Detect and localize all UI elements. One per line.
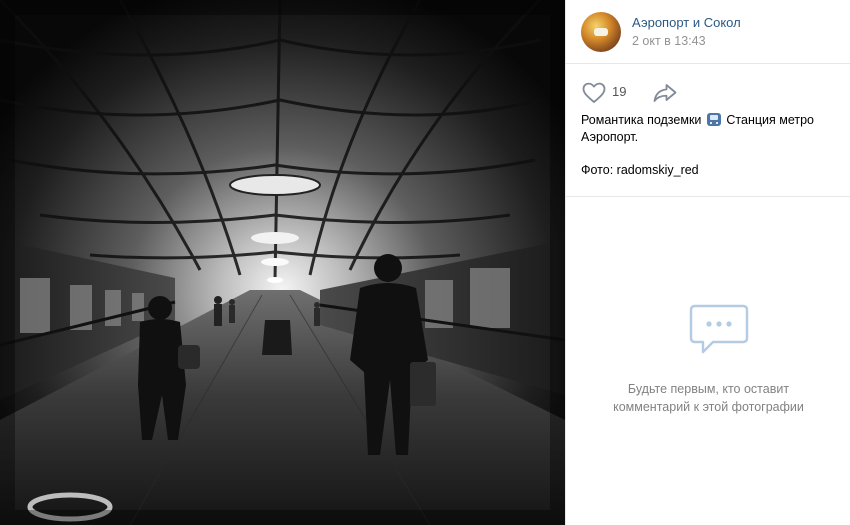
avatar-logo <box>594 28 608 36</box>
metro-photo-image <box>0 0 565 525</box>
empty-text-line-2: комментарий к этой фотографии <box>613 400 804 414</box>
comments-icon <box>689 304 749 354</box>
comments-empty-text: Будьте первым, кто оставит комментарий к… <box>586 380 831 416</box>
post-header: Аэропорт и Сокол 2 окт в 13:43 <box>566 0 850 64</box>
likes-count[interactable]: 19 <box>612 84 626 99</box>
post-panel: Аэропорт и Сокол 2 окт в 13:43 19 Романт… <box>565 0 850 525</box>
post-photo[interactable] <box>0 0 565 525</box>
empty-text-line-1: Будьте первым, кто оставит <box>627 382 790 396</box>
group-avatar[interactable] <box>581 12 621 52</box>
metro-emoji-icon <box>706 113 721 126</box>
post-date-link[interactable]: 2 окт в 13:43 <box>632 34 706 48</box>
comments-empty-state: Будьте первым, кто оставит комментарий к… <box>566 197 850 525</box>
share-arrow-icon[interactable] <box>652 82 678 104</box>
photo-credit: Фото: radomskiy_red <box>581 163 699 177</box>
heart-icon[interactable] <box>582 82 606 104</box>
post-description: Романтика подземки Станция метро Аэропор… <box>581 112 843 146</box>
description-text-1: Романтика подземки <box>581 113 702 127</box>
group-name-link[interactable]: Аэропорт и Сокол <box>632 15 741 30</box>
